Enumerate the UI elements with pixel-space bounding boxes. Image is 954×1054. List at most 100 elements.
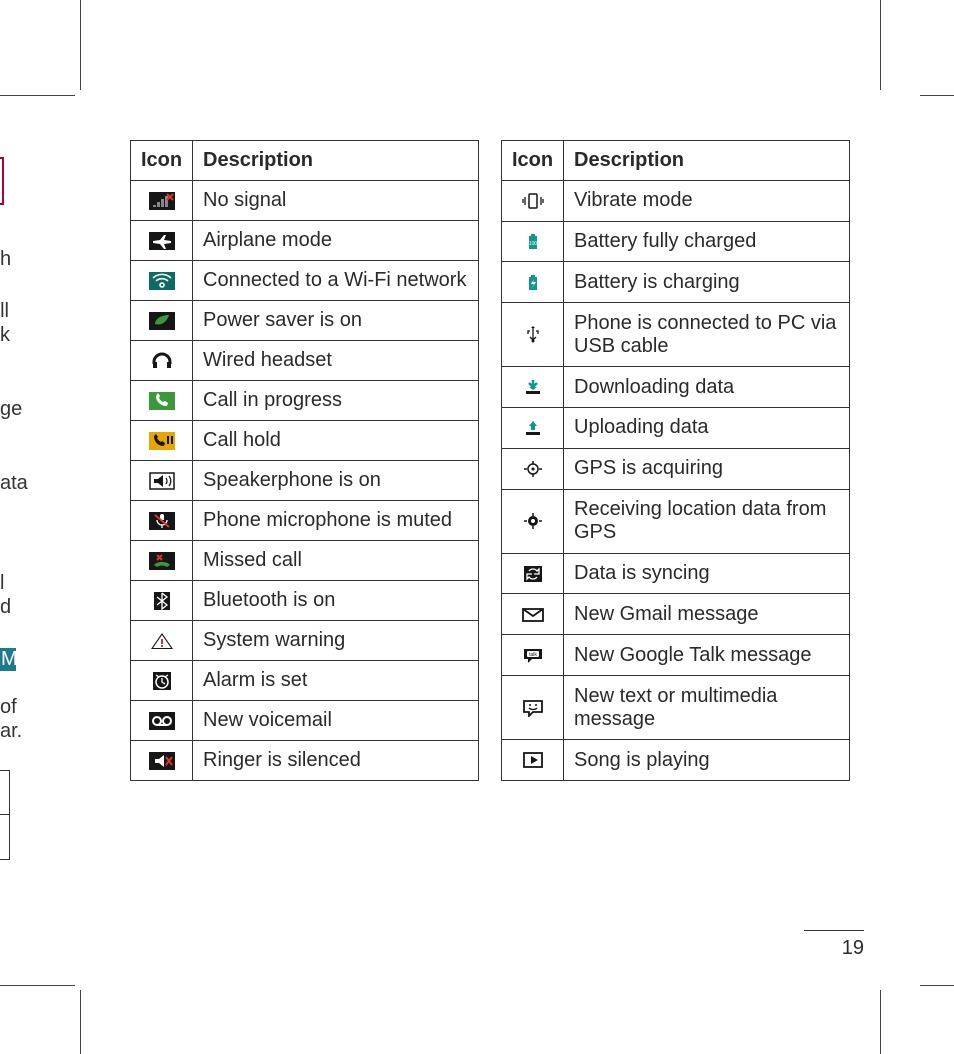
table-row: Receiving location data from GPS [502, 489, 850, 553]
cell-description: New Google Talk message [564, 635, 850, 676]
table-row: Data is syncing [502, 553, 850, 594]
crop-mark [80, 0, 81, 90]
cell-description: Uploading data [564, 408, 850, 449]
table-row: 100 Battery fully charged [502, 221, 850, 262]
cell-description: No signal [193, 181, 479, 221]
facing-page-text: l [0, 572, 4, 595]
cell-description: GPS is acquiring [564, 448, 850, 489]
facing-page-text: ge [0, 398, 20, 421]
table-row: Uploading data [502, 408, 850, 449]
table-row: Phone microphone is muted [131, 501, 479, 541]
icon-table-left-body: No signal Airplane mode Connected to a W… [131, 181, 479, 781]
table-row: System warning [131, 621, 479, 661]
table-row: Phone is connected to PC via USB cable [502, 303, 850, 367]
battery-full-icon: 100 [520, 233, 546, 251]
crop-mark [920, 95, 954, 96]
table-row: Call in progress [131, 381, 479, 421]
crop-mark [880, 990, 881, 1054]
table-row: Call hold [131, 421, 479, 461]
gps-receiving-icon [520, 512, 546, 530]
alarm-set-icon [149, 672, 175, 690]
icon-table-right-body: Vibrate mode 100 Battery fully charged Ba… [502, 181, 850, 781]
facing-page-text: of [0, 696, 16, 719]
facing-page-text: h [0, 248, 9, 271]
table-row: Airplane mode [131, 221, 479, 261]
table-row: Connected to a Wi-Fi network [131, 261, 479, 301]
facing-page-table-fragment [0, 814, 9, 815]
table-row: Alarm is set [131, 661, 479, 701]
table-row: Song is playing [502, 740, 850, 781]
icon-table-left: Icon Description No signal Airplane mode… [130, 140, 479, 781]
cell-description: Bluetooth is on [193, 581, 479, 621]
gps-acquiring-icon [520, 460, 546, 478]
col-header-description: Description [193, 141, 479, 181]
missed-call-icon [149, 552, 175, 570]
cell-description: New Gmail message [564, 594, 850, 635]
sync-icon [520, 565, 546, 583]
usb-connected-icon [520, 326, 546, 344]
voicemail-icon [149, 712, 175, 730]
table-row: Missed call [131, 541, 479, 581]
crop-mark [0, 985, 75, 986]
cell-description: New text or multimedia message [564, 675, 850, 739]
table-row: GPS is acquiring [502, 448, 850, 489]
cell-description: Data is syncing [564, 553, 850, 594]
table-row: Speakerphone is on [131, 461, 479, 501]
cell-description: System warning [193, 621, 479, 661]
wifi-icon [149, 272, 175, 290]
call-progress-icon [149, 392, 175, 410]
table-row: Power saver is on [131, 301, 479, 341]
no-signal-icon [149, 192, 175, 210]
page-content: Icon Description No signal Airplane mode… [130, 140, 850, 781]
svg-text:100: 100 [528, 241, 537, 247]
gmail-icon [520, 606, 546, 624]
facing-page-text: k [0, 324, 9, 347]
facing-page-text: ata [0, 472, 26, 495]
crop-mark [80, 990, 81, 1054]
cell-description: Song is playing [564, 740, 850, 781]
cell-description: Battery is charging [564, 262, 850, 303]
call-hold-icon [149, 432, 175, 450]
facing-page-text: ll [0, 300, 9, 323]
icon-table-right: Icon Description Vibrate mode 100Battery… [501, 140, 850, 781]
table-row: Downloading data [502, 367, 850, 408]
cell-description: Speakerphone is on [193, 461, 479, 501]
cell-description: Call in progress [193, 381, 479, 421]
table-row: Battery is charging [502, 262, 850, 303]
table-row: talk New Google Talk message [502, 635, 850, 676]
power-saver-icon [149, 312, 175, 330]
headset-icon [149, 352, 175, 370]
facing-page-table-fragment [0, 770, 10, 860]
cell-description: Wired headset [193, 341, 479, 381]
cell-description: Downloading data [564, 367, 850, 408]
crop-mark [920, 985, 954, 986]
cell-description: Battery fully charged [564, 221, 850, 262]
crop-mark [0, 95, 75, 96]
cell-description: Phone is connected to PC via USB cable [564, 303, 850, 367]
ringer-silenced-icon [149, 752, 175, 770]
table-row: Ringer is silenced [131, 741, 479, 781]
downloading-icon [520, 378, 546, 396]
page-number: 19 [804, 930, 864, 960]
google-talk-icon: talk [520, 646, 546, 664]
cell-description: New voicemail [193, 701, 479, 741]
table-row: Wired headset [131, 341, 479, 381]
table-row: No signal [131, 181, 479, 221]
col-header-icon: Icon [131, 141, 193, 181]
cell-description: Vibrate mode [564, 181, 850, 222]
cell-description: Connected to a Wi-Fi network [193, 261, 479, 301]
table-row: New Gmail message [502, 594, 850, 635]
vibrate-mode-icon [520, 192, 546, 210]
uploading-icon [520, 419, 546, 437]
facing-page-fragment [0, 157, 4, 205]
cell-description: Power saver is on [193, 301, 479, 341]
table-row: New text or multimedia message [502, 675, 850, 739]
cell-description: Receiving location data from GPS [564, 489, 850, 553]
col-header-description: Description [564, 141, 850, 181]
crop-mark [880, 0, 881, 90]
table-row: Vibrate mode [502, 181, 850, 222]
bluetooth-icon [149, 592, 175, 610]
facing-page-text: M [0, 648, 16, 671]
cell-description: Call hold [193, 421, 479, 461]
cell-description: Missed call [193, 541, 479, 581]
